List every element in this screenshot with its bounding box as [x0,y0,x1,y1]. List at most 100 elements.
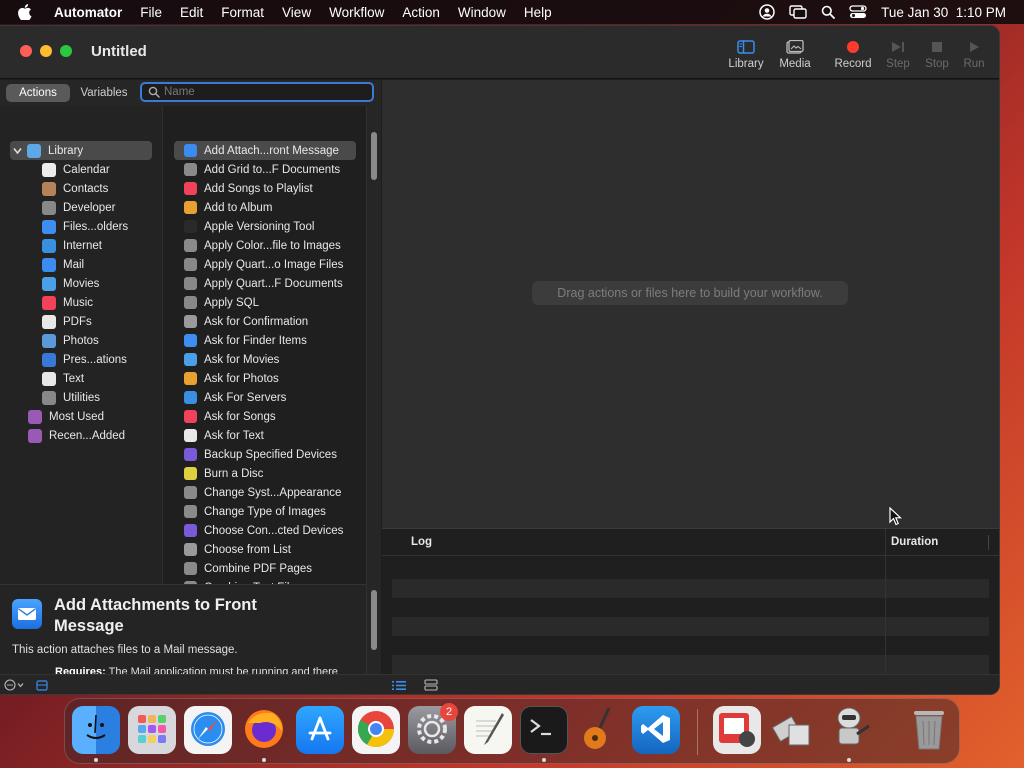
action-item[interactable]: Add to Album [174,198,356,217]
action-icon [184,448,197,461]
category-label: Calendar [63,163,110,176]
media-toolbar-button[interactable]: Media [776,36,814,76]
dock-textedit[interactable] [464,706,512,754]
menu-workflow[interactable]: Workflow [329,5,384,20]
user-account-icon[interactable] [759,4,775,20]
action-item[interactable]: Ask for Photos [174,369,356,388]
dock-chrome[interactable] [352,706,400,754]
category-most-used[interactable]: Most Used [28,407,152,426]
action-label: Apply SQL [204,296,259,309]
scroll-thumb[interactable] [371,132,377,180]
action-menu-button[interactable] [4,679,26,691]
action-item[interactable]: Ask for Movies [174,350,356,369]
action-item[interactable]: Combine PDF Pages [174,559,356,578]
category-music[interactable]: Music [42,293,152,312]
action-item[interactable]: Change Syst...Appearance [174,483,356,502]
action-list-scrollbar[interactable] [366,106,381,584]
category-utilities[interactable]: Utilities [42,388,152,407]
action-item[interactable]: Backup Specified Devices [174,445,356,464]
action-item[interactable]: Apply Color...file to Images [174,236,356,255]
dock-launchpad[interactable] [128,706,176,754]
close-window-button[interactable] [20,45,32,57]
record-toolbar-button[interactable]: Record [832,36,874,76]
library-search-field[interactable] [140,82,374,102]
stop-toolbar-button[interactable]: Stop [922,36,952,76]
run-toolbar-button[interactable]: Run [960,36,988,76]
action-item[interactable]: Add Grid to...F Documents [174,160,356,179]
action-icon [184,505,197,518]
category-files-olders[interactable]: Files...olders [42,217,152,236]
list-view-icon[interactable] [392,680,406,694]
action-item[interactable]: Apply Quart...o Image Files [174,255,356,274]
category-label: Internet [63,239,102,252]
dock-garageband[interactable] [576,706,624,754]
dock-app-store[interactable] [296,706,344,754]
action-item[interactable]: Change Type of Images [174,502,356,521]
action-item[interactable]: Add Songs to Playlist [174,179,356,198]
dock-photo-booth[interactable] [713,706,761,754]
category-calendar[interactable]: Calendar [42,160,152,179]
menu-action[interactable]: Action [402,5,440,20]
workflow-canvas[interactable]: Drag actions or files here to build your… [382,80,999,528]
log-column-header[interactable]: Log [411,536,432,548]
category-label: Contacts [63,182,109,195]
action-item[interactable]: Choose from List [174,540,356,559]
action-item[interactable]: Apply SQL [174,293,356,312]
workflow-view-icon[interactable] [424,679,438,694]
category-text[interactable]: Text [42,369,152,388]
category-mail[interactable]: Mail [42,255,152,274]
zoom-window-button[interactable] [60,45,72,57]
category-pdfs[interactable]: PDFs [42,312,152,331]
action-item[interactable]: Burn a Disc [174,464,356,483]
menu-window[interactable]: Window [458,5,506,20]
spotlight-search-icon[interactable] [821,5,836,19]
category-recen-added[interactable]: Recen...Added [28,426,152,445]
action-item[interactable]: Ask for Confirmation [174,312,356,331]
menu-file[interactable]: File [140,5,162,20]
search-input[interactable] [164,84,364,100]
disclosure-triangle-icon[interactable] [13,147,25,155]
smart-folder-icon [28,428,42,443]
category-photos[interactable]: Photos [42,331,152,350]
dock-migration-assistant[interactable] [769,706,817,754]
action-item[interactable]: Ask for Text [174,426,356,445]
dock-automator[interactable] [825,706,873,754]
action-item[interactable]: Add Attach...ront Message [174,141,356,160]
dock-safari[interactable] [184,706,232,754]
menu-help[interactable]: Help [524,5,552,20]
step-toolbar-button[interactable]: Step [883,36,913,76]
scroll-thumb[interactable] [371,590,377,650]
library-toolbar-button[interactable]: Library [727,36,765,76]
action-item[interactable]: Apple Versioning Tool [174,217,356,236]
menu-clock[interactable]: Tue Jan 30 1:10 PM [881,5,1006,20]
action-item[interactable]: Ask For Servers [174,388,356,407]
category-movies[interactable]: Movies [42,274,152,293]
menu-edit[interactable]: Edit [180,5,203,20]
category-pres-ations[interactable]: Pres...ations [42,350,152,369]
category-library[interactable]: Library [10,141,152,160]
control-center-icon[interactable] [849,5,867,19]
tab-variables[interactable]: Variables [72,84,136,102]
dock-vscode[interactable] [632,706,680,754]
action-item[interactable]: Apply Quart...F Documents [174,274,356,293]
dock-trash[interactable] [905,706,953,754]
menu-app-name[interactable]: Automator [54,5,122,20]
description-scrollbar[interactable] [366,584,381,674]
action-item[interactable]: Ask for Finder Items [174,331,356,350]
category-developer[interactable]: Developer [42,198,152,217]
category-contacts[interactable]: Contacts [42,179,152,198]
dock-terminal[interactable] [520,706,568,754]
screen-mirroring-icon[interactable] [789,5,807,19]
show-description-checkbox-icon[interactable] [36,680,48,694]
action-item[interactable]: Choose Con...cted Devices [174,521,356,540]
category-internet[interactable]: Internet [42,236,152,255]
dock-finder[interactable] [72,706,120,754]
apple-menu-icon[interactable] [14,0,36,24]
menu-format[interactable]: Format [221,5,264,20]
menu-view[interactable]: View [282,5,311,20]
minimize-window-button[interactable] [40,45,52,57]
action-item[interactable]: Ask for Songs [174,407,356,426]
dock-firefox[interactable] [240,706,288,754]
tab-actions[interactable]: Actions [6,84,70,102]
duration-column-header[interactable]: Duration [891,536,938,548]
